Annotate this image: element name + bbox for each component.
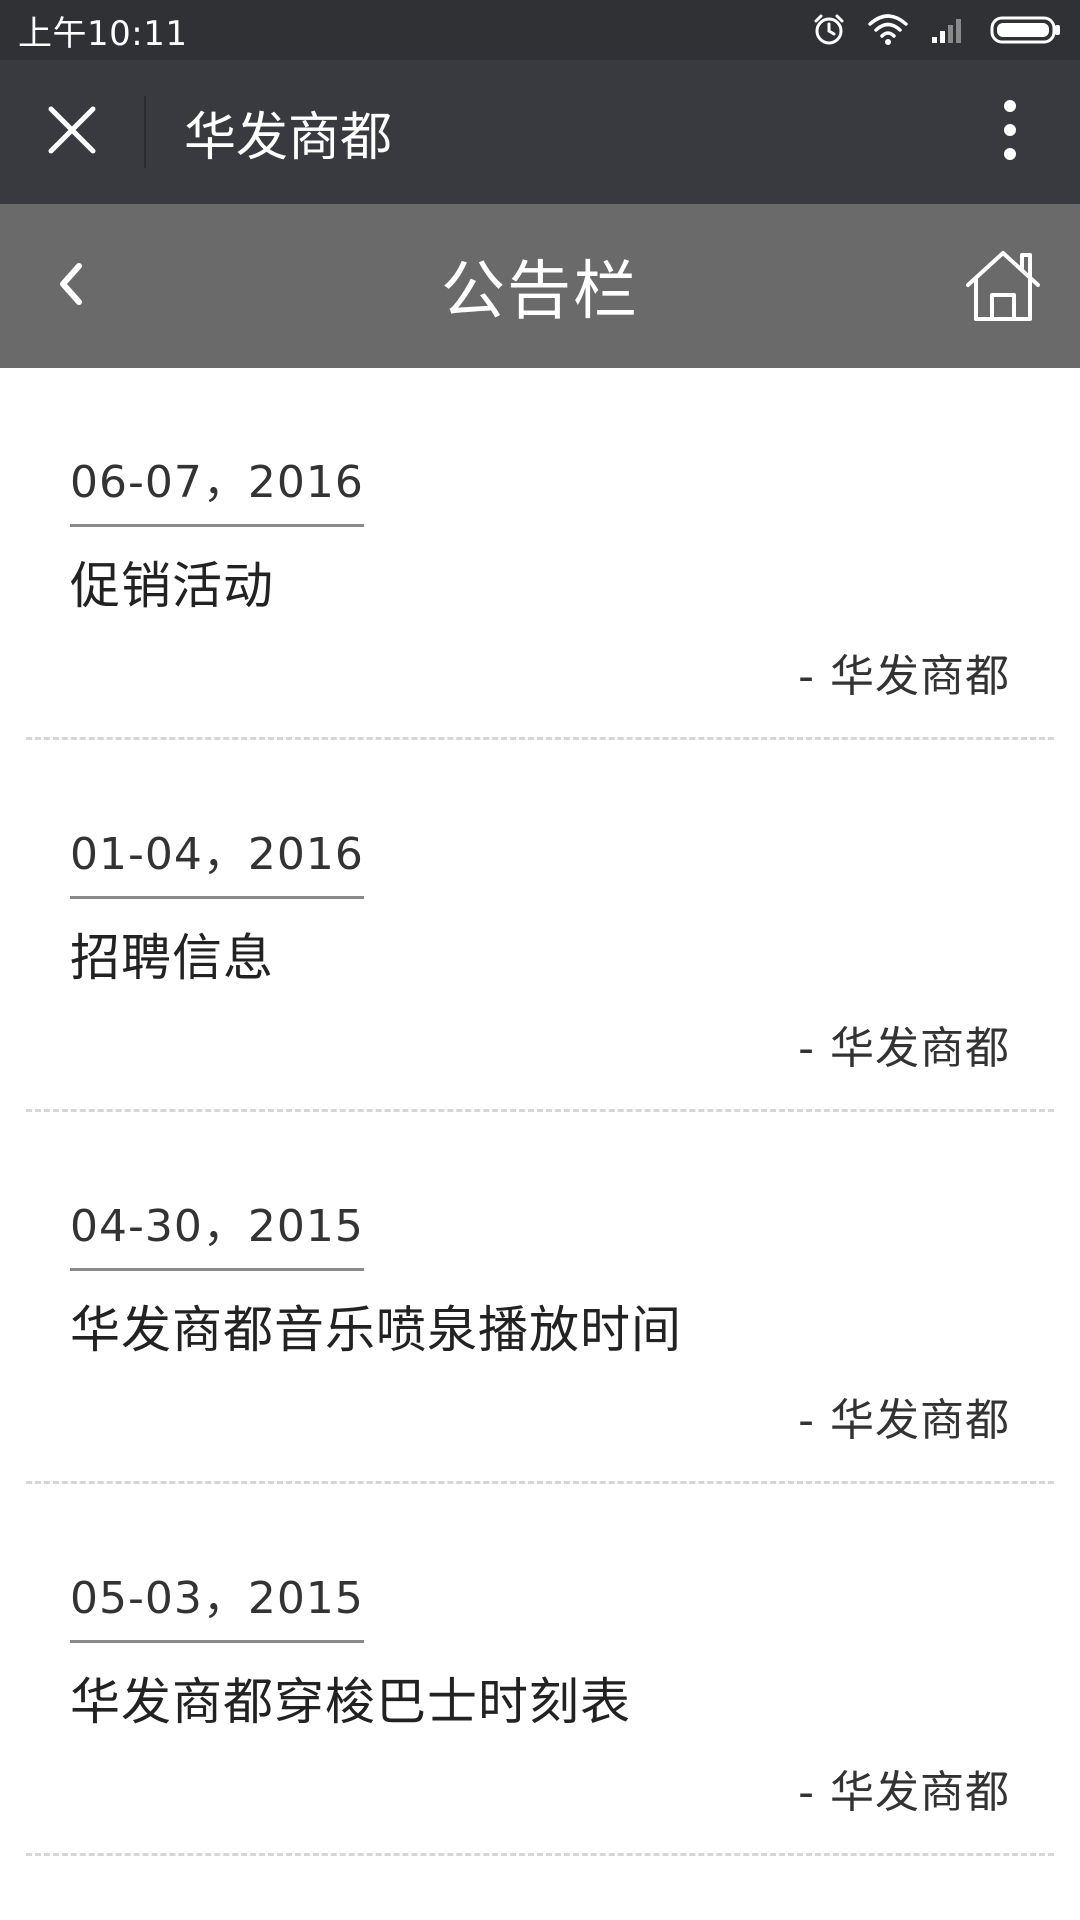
notice-author: - 华发商都 [798, 1023, 1010, 1074]
home-icon [962, 247, 1044, 327]
notice-date: 05-03，2015 [70, 1562, 364, 1643]
notice-title[interactable]: 华发商都穿梭巴士时刻表 [70, 1662, 631, 1734]
status-time: 上午10:11 [18, 13, 188, 54]
notice-date: 04-30，2015 [70, 1190, 364, 1271]
notice-title[interactable]: 招聘信息 [70, 918, 274, 990]
notice-item[interactable]: 01-04，2016 招聘信息 - 华发商都 [26, 740, 1054, 1112]
notice-list: 06-07，2016 促销活动 - 华发商都 01-04，2016 招聘信息 -… [0, 368, 1080, 1856]
more-button[interactable] [970, 60, 1050, 204]
home-button[interactable] [958, 244, 1048, 330]
notice-item[interactable]: 05-03，2015 华发商都穿梭巴士时刻表 - 华发商都 [26, 1484, 1054, 1856]
notice-title[interactable]: 促销活动 [70, 546, 274, 618]
wifi-icon [868, 14, 908, 46]
alarm-icon [812, 13, 846, 47]
battery-icon [990, 14, 1062, 46]
notice-item[interactable]: 04-30，2015 华发商都音乐喷泉播放时间 - 华发商都 [26, 1112, 1054, 1484]
back-button[interactable] [40, 246, 100, 326]
notice-author: - 华发商都 [798, 1767, 1010, 1818]
close-icon [46, 104, 98, 160]
page-header: 公告栏 [0, 204, 1080, 368]
page-title: 公告栏 [441, 255, 639, 329]
signal-icon [930, 15, 968, 45]
more-vertical-icon [1002, 98, 1018, 166]
chevron-left-icon [55, 260, 85, 312]
notice-title[interactable]: 华发商都音乐喷泉播放时间 [70, 1290, 682, 1362]
status-bar: 上午10:11 [0, 0, 1080, 60]
status-icons [812, 13, 1062, 47]
notice-author: - 华发商都 [798, 651, 1010, 702]
top-bar-divider [144, 96, 146, 168]
notice-date: 06-07，2016 [70, 446, 364, 527]
top-bar-title: 华发商都 [184, 107, 393, 168]
top-bar: 华发商都 [0, 60, 1080, 204]
notice-item[interactable]: 06-07，2016 促销活动 - 华发商都 [26, 368, 1054, 740]
close-button[interactable] [0, 60, 144, 204]
notice-date: 01-04，2016 [70, 818, 364, 899]
notice-author: - 华发商都 [798, 1395, 1010, 1446]
